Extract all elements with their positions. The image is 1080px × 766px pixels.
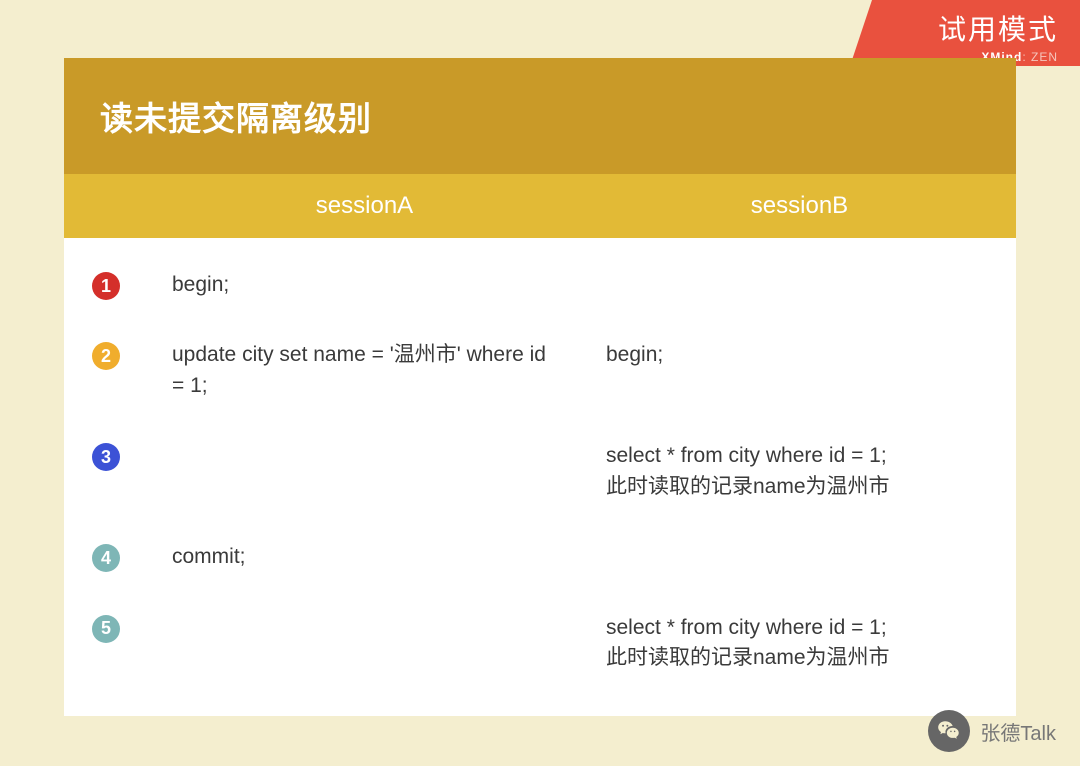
table-header: sessionA sessionB [64, 174, 1016, 238]
footer-author-text: 张德Talk [980, 717, 1056, 746]
session-b-cell: select * from city where id = 1; 此时读取的记录… [582, 441, 1016, 502]
table-row: 1 begin; [64, 250, 1016, 320]
session-b-cell: begin; [582, 340, 1016, 370]
table-row: 2 update city set name = '温州市' where id =… [64, 320, 1016, 421]
session-a-cell: update city set name = '温州市' where id = … [148, 340, 582, 401]
step-number-col: 5 [64, 613, 148, 643]
footer-author: 张德Talk [928, 710, 1056, 752]
session-a-cell: begin; [148, 270, 582, 300]
table-row: 4 commit; [64, 522, 1016, 592]
header-session-b: sessionB [583, 174, 1016, 238]
step-number-col: 1 [64, 270, 148, 300]
isolation-table-card: 读未提交隔离级别 sessionA sessionB 1 begin; 2 updat… [64, 58, 1016, 716]
step-number-badge: 1 [92, 272, 120, 300]
header-session-a: sessionA [148, 174, 581, 238]
step-number-col: 2 [64, 340, 148, 370]
step-number-badge: 4 [92, 544, 120, 572]
table-body: 1 begin; 2 update city set name = '温州市' whe… [64, 238, 1016, 716]
trial-suffix: : ZEN [1022, 50, 1058, 64]
trial-title: 试用模式 [890, 8, 1058, 48]
step-number-badge: 3 [92, 443, 120, 471]
step-number-badge: 2 [92, 342, 120, 370]
header-num-spacer [64, 174, 148, 238]
trial-mode-badge: 试用模式 XMind: ZEN [850, 0, 1080, 66]
table-row: 5 select * from city where id = 1; 此时读取的记… [64, 593, 1016, 694]
card-title: 读未提交隔离级别 [64, 58, 1016, 174]
step-number-col: 4 [64, 542, 148, 572]
wechat-icon [928, 710, 970, 752]
session-b-cell: select * from city where id = 1; 此时读取的记录… [582, 613, 1016, 674]
table-row: 3 select * from city where id = 1; 此时读取的记… [64, 421, 1016, 522]
step-number-col: 3 [64, 441, 148, 471]
step-number-badge: 5 [92, 615, 120, 643]
session-a-cell: commit; [148, 542, 582, 572]
